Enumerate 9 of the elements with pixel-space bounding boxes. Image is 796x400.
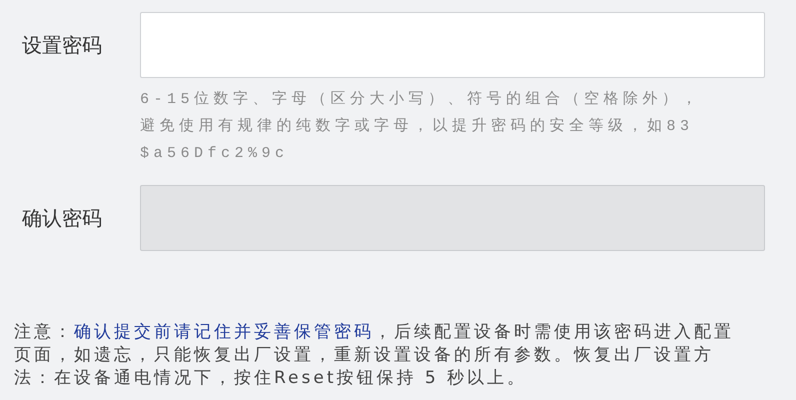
password-hint: 6-15位数字、字母（区分大小写）、符号的组合（空格除外）， — [140, 89, 702, 110]
password-field[interactable] — [140, 12, 765, 78]
field-label: 设置密码 — [22, 32, 103, 59]
notice-text: 注意：确认提交前请记住并妥善保管密码，后续配置设备时需使用该密码进入配置 — [14, 321, 735, 344]
password-hint: 避免使用有规律的纯数字或字母，以提升密码的安全等级，如83 — [140, 116, 695, 137]
field-label: 确认密码 — [22, 205, 103, 232]
notice-text: 法：在设备通电情况下，按住Reset按钮保持 5 秒以上。 — [14, 367, 528, 390]
notice-text: 页面，如遗忘，只能恢复出厂设置，重新设置设备的所有参数。恢复出厂设置方 — [14, 344, 715, 367]
password-hint: $a56Dfc2%9c — [140, 144, 290, 164]
